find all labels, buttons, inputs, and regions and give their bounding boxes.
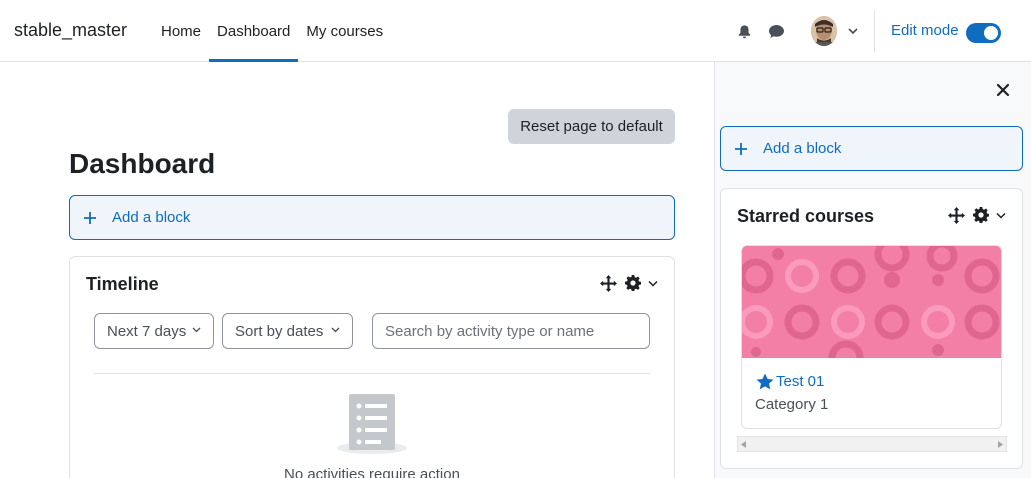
navbar-divider xyxy=(874,10,875,52)
chevron-down-icon[interactable] xyxy=(648,280,658,287)
site-brand[interactable]: stable_master xyxy=(14,20,127,41)
no-activities-icon xyxy=(337,394,407,454)
page-title: Dashboard xyxy=(69,148,216,179)
course-card[interactable]: Test 01 Category 1 xyxy=(741,245,1002,429)
course-category: Category 1 xyxy=(755,396,829,413)
activity-search-input[interactable] xyxy=(372,313,650,349)
add-block-label: Add a block xyxy=(112,209,191,226)
edit-mode-label: Edit mode xyxy=(891,22,959,39)
scroll-right-icon[interactable] xyxy=(997,441,1003,448)
move-icon[interactable] xyxy=(948,207,965,224)
navbar: stable_master Home Dashboard My courses … xyxy=(0,0,1031,62)
star-icon[interactable] xyxy=(756,373,774,390)
bell-icon[interactable] xyxy=(737,24,752,39)
nav-my-courses[interactable]: My courses xyxy=(298,0,391,62)
timeline-title: Timeline xyxy=(86,274,159,294)
horizontal-scrollbar[interactable] xyxy=(737,436,1007,452)
timeline-divider xyxy=(94,373,650,374)
nav-home[interactable]: Home xyxy=(153,0,209,62)
drawer-add-block-button[interactable]: Add a block xyxy=(720,126,1023,171)
plus-icon xyxy=(735,142,747,155)
primary-navigation: Home Dashboard My courses xyxy=(153,0,391,62)
gear-icon[interactable] xyxy=(973,207,989,223)
caret-down-icon xyxy=(192,327,201,333)
chevron-down-icon[interactable] xyxy=(848,27,858,35)
move-icon[interactable] xyxy=(600,275,617,292)
day-filter-dropdown[interactable]: Next 7 days xyxy=(94,313,214,349)
plus-icon xyxy=(84,211,96,224)
gear-icon[interactable] xyxy=(625,275,641,291)
edit-mode-toggle[interactable] xyxy=(966,23,1001,43)
chevron-down-icon[interactable] xyxy=(996,212,1006,219)
nav-dashboard[interactable]: Dashboard xyxy=(209,0,299,62)
sort-label: Sort by dates xyxy=(235,322,324,340)
course-image xyxy=(742,246,1001,358)
starred-courses-title: Starred courses xyxy=(737,206,875,226)
course-name-link[interactable]: Test 01 xyxy=(776,373,824,390)
messages-icon[interactable] xyxy=(768,24,785,39)
reset-page-button[interactable]: Reset page to default xyxy=(508,109,675,144)
day-filter-label: Next 7 days xyxy=(107,322,187,340)
sort-dropdown[interactable]: Sort by dates xyxy=(222,313,353,349)
scroll-left-icon[interactable] xyxy=(741,441,747,448)
empty-timeline-message: No activities require action xyxy=(284,466,460,478)
user-avatar[interactable] xyxy=(811,16,837,46)
add-block-button[interactable]: Add a block xyxy=(69,195,675,240)
drawer-add-block-label: Add a block xyxy=(763,140,842,157)
close-drawer-icon[interactable] xyxy=(995,82,1011,98)
caret-down-icon xyxy=(331,327,340,333)
